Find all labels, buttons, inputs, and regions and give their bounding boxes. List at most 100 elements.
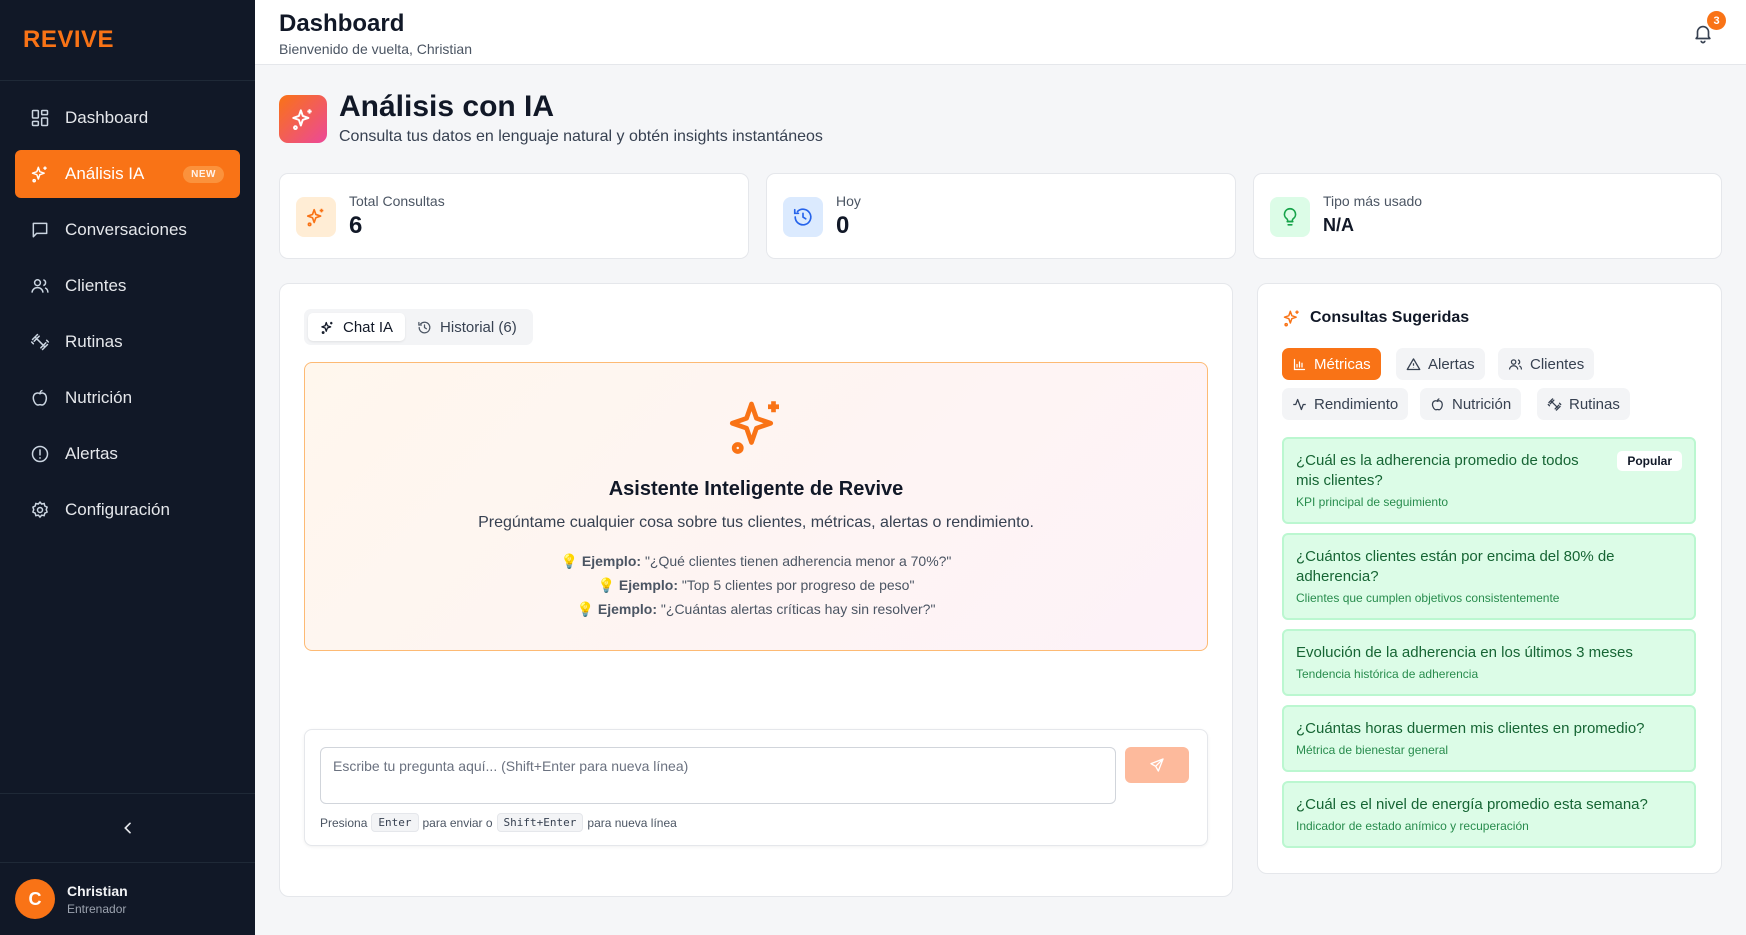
tab-historial[interactable]: Historial (6) [405, 313, 529, 341]
dumbbell-icon [1547, 397, 1562, 411]
sidebar-item-nutricion[interactable]: Nutrición [15, 374, 240, 422]
example-query: 💡 Ejemplo: "¿Cuántas alertas críticas ha… [576, 601, 936, 617]
notification-count-badge: 3 [1707, 11, 1726, 30]
suggested-query[interactable]: ¿Cuál es el nivel de energía promedio es… [1282, 781, 1696, 848]
tab-label: Chat IA [343, 318, 394, 336]
send-button[interactable] [1125, 747, 1189, 783]
hint-text: para enviar o [422, 815, 493, 830]
chip-label: Alertas [1428, 355, 1475, 373]
sparkles-icon [306, 208, 324, 227]
query-question: ¿Cuál es el nivel de energía promedio es… [1296, 796, 1648, 813]
activity-icon [1293, 398, 1306, 410]
sidebar-item-dashboard[interactable]: Dashboard [15, 94, 240, 142]
chip-label: Rendimiento [1314, 395, 1399, 413]
warning-icon [1406, 357, 1421, 370]
category-chip-alertas[interactable]: Alertas [1396, 348, 1485, 380]
sidebar-item-label: Alertas [65, 444, 118, 463]
dashboard-icon [31, 109, 49, 127]
example-query: 💡 Ejemplo: "¿Qué clientes tienen adheren… [560, 553, 952, 569]
assistant-title: Asistente Inteligente de Revive [608, 478, 904, 500]
users-icon [1508, 358, 1523, 370]
example-prefix: Ejemplo: [581, 553, 642, 569]
chevron-left-icon [123, 822, 131, 834]
alert-circle-icon [31, 445, 49, 463]
example-prefix: Ejemplo: [597, 601, 658, 617]
chat-tabs: Chat IA Historial (6) [304, 309, 533, 345]
stat-icon-container [296, 197, 336, 237]
example-text: "Top 5 clientes por progreso de peso" [681, 577, 915, 593]
chip-label: Rutinas [1569, 395, 1620, 413]
chat-input-area: Escribe tu pregunta aquí... (Shift+Enter… [304, 729, 1208, 846]
sparkles-icon [729, 401, 779, 454]
example-prefix: Ejemplo: [618, 577, 679, 593]
suggested-query[interactable]: ¿Cuántas horas duermen mis clientes en p… [1282, 705, 1696, 772]
dumbbell-icon [30, 333, 50, 351]
page-icon [279, 95, 327, 143]
sidebar: REVIVE Dashboard Análisis IA NEW Convers… [0, 0, 255, 935]
sidebar-item-label: Conversaciones [65, 220, 187, 239]
stat-card-hoy: Hoy 0 [766, 173, 1236, 259]
category-chip-rendimiento[interactable]: Rendimiento [1282, 388, 1409, 420]
keyboard-hint: Presiona Enter para enviar o Shift+Enter… [320, 813, 677, 832]
gear-icon [31, 500, 49, 519]
tab-chat-ia[interactable]: Chat IA [308, 313, 406, 341]
suggested-query[interactable]: ¿Cuántos clientes están por encima del 8… [1282, 533, 1696, 620]
user-role: Entrenador [67, 901, 127, 916]
user-profile[interactable]: C Christian Entrenador [15, 879, 128, 919]
sidebar-item-configuracion[interactable]: Configuración [15, 486, 240, 534]
popular-badge: Popular [1617, 451, 1682, 471]
sidebar-item-conversaciones[interactable]: Conversaciones [15, 206, 240, 254]
category-chip-metricas[interactable]: Métricas [1282, 348, 1381, 380]
bar-chart-icon [1293, 358, 1306, 370]
sidebar-item-label: Nutrición [65, 388, 133, 407]
hint-text: para nueva línea [587, 815, 677, 830]
example-text: "¿Cuántas alertas críticas hay sin resol… [660, 601, 936, 617]
apple-icon [32, 389, 48, 406]
assistant-welcome-panel: Asistente Inteligente de Revive Pregúnta… [304, 362, 1208, 651]
sidebar-item-label: Rutinas [65, 332, 123, 351]
suggested-query[interactable]: ¿Cuál es la adherencia promedio de todos… [1282, 437, 1696, 524]
stat-icon-container [1270, 197, 1310, 237]
example-query: 💡 Ejemplo: "Top 5 clientes por progreso … [597, 577, 915, 593]
category-chip-nutricion[interactable]: Nutrición [1420, 388, 1522, 420]
question-input[interactable]: Escribe tu pregunta aquí... (Shift+Enter… [320, 747, 1116, 804]
suggestions-title: Consultas Sugeridas [1282, 308, 1469, 328]
sparkles-icon [1283, 310, 1299, 327]
stat-label: Tipo más usado [1323, 193, 1423, 209]
suggestions-title-text: Consultas Sugeridas [1310, 309, 1470, 326]
sidebar-item-alertas[interactable]: Alertas [15, 430, 240, 478]
header-title: Dashboard [279, 10, 405, 37]
category-chip-rutinas[interactable]: Rutinas [1537, 388, 1630, 420]
sidebar-item-label: Clientes [65, 276, 127, 295]
query-question: Evolución de la adherencia en los último… [1296, 644, 1633, 661]
query-description: Tendencia histórica de adherencia [1296, 667, 1479, 681]
query-description: KPI principal de seguimiento [1296, 495, 1449, 509]
suggested-queries-card: Consultas Sugeridas Métricas Alertas Cli… [1257, 283, 1722, 874]
chip-label: Nutrición [1452, 395, 1512, 413]
kbd-enter: Enter [371, 813, 419, 832]
collapse-sidebar-button[interactable] [0, 793, 255, 863]
sidebar-item-rutinas[interactable]: Rutinas [15, 318, 240, 366]
category-chip-clientes[interactable]: Clientes [1498, 348, 1595, 380]
sidebar-item-analisis-ia[interactable]: Análisis IA NEW [15, 150, 240, 198]
sidebar-item-label: Dashboard [65, 108, 149, 127]
sidebar-item-clientes[interactable]: Clientes [15, 262, 240, 310]
sidebar-item-label: Análisis IA [65, 164, 145, 183]
suggested-query[interactable]: Evolución de la adherencia en los último… [1282, 629, 1696, 696]
avatar: C [15, 879, 55, 919]
users-icon [31, 279, 49, 293]
sidebar-nav: Dashboard Análisis IA NEW Conversaciones… [0, 81, 255, 534]
user-name: Christian [67, 882, 128, 899]
apple-icon [1431, 397, 1443, 410]
stat-value: 6 [349, 212, 363, 239]
stat-label: Total Consultas [349, 193, 445, 209]
send-icon [1150, 758, 1164, 772]
query-question: ¿Cuántos clientes están por encima del 8… [1296, 548, 1615, 585]
chip-label: Clientes [1530, 355, 1585, 373]
tab-label: Historial (6) [440, 318, 517, 336]
query-description: Métrica de bienestar general [1296, 743, 1449, 757]
query-description: Clientes que cumplen objetivos consisten… [1296, 591, 1560, 605]
brand-logo[interactable]: REVIVE [0, 0, 255, 81]
page-subtitle: Consulta tus datos en lenguaje natural y… [339, 128, 823, 145]
stat-value: 0 [836, 212, 850, 239]
